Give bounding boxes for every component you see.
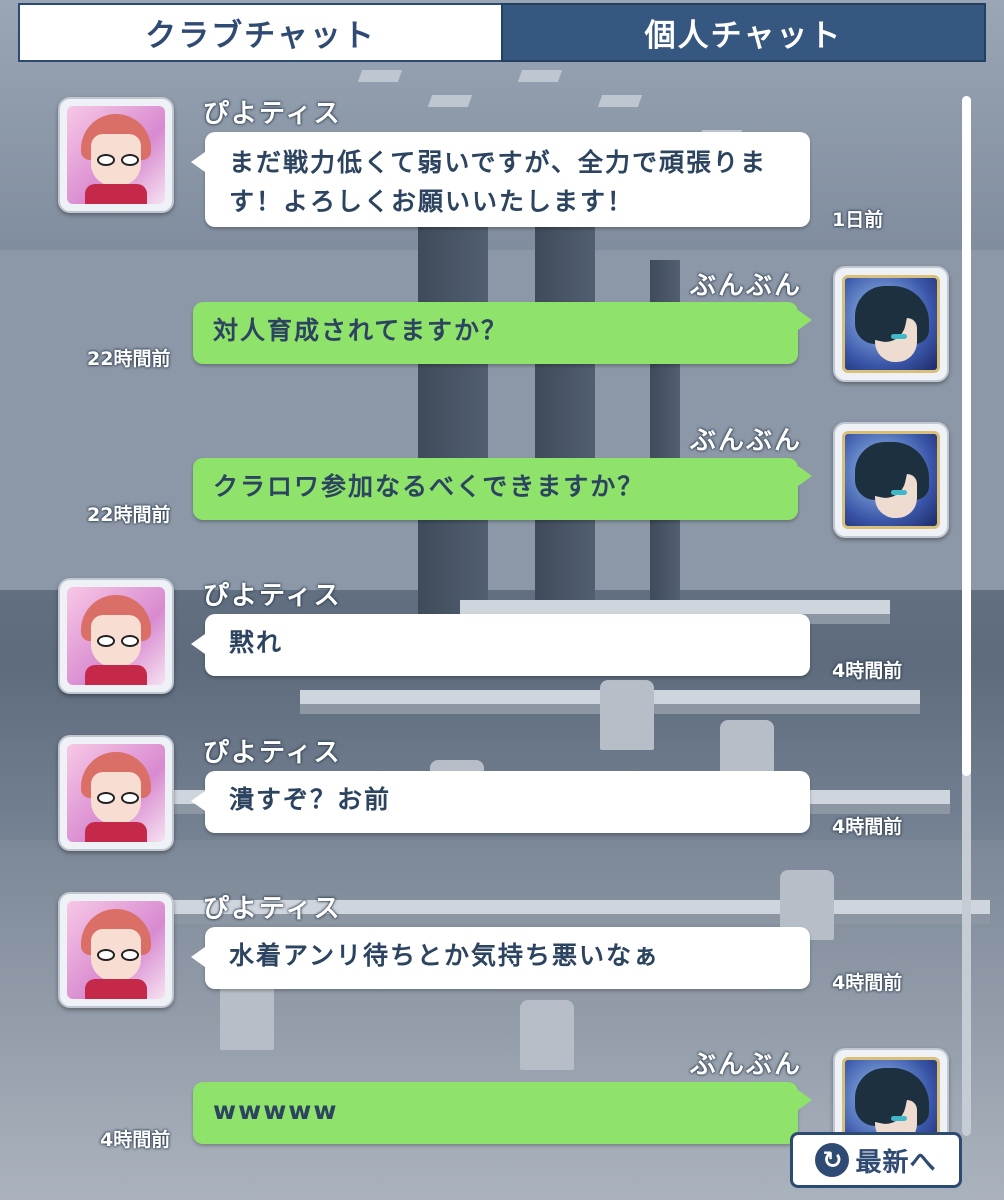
scrollbar-thumb[interactable] [962,96,971,776]
message-bubble: wwwww [193,1082,812,1144]
avatar-piyotis[interactable] [58,735,174,851]
sender-name: ぴよティス [203,894,342,924]
message-bubble: 水着アンリ待ちとか気持ち悪いなぁ [191,927,810,989]
avatar-piyotis[interactable] [58,892,174,1008]
message-time: 22時間前 [87,348,171,370]
message-bubble: 黙れ [191,614,810,676]
refresh-icon: ↻ [815,1143,850,1177]
jump-to-latest-button[interactable]: ↻ 最新へ [790,1132,962,1188]
tab-personal-chat[interactable]: 個人チャット [501,3,986,62]
avatar-piyotis[interactable] [58,97,174,213]
message-time: 4時間前 [832,816,903,838]
message-time: 4時間前 [832,660,903,682]
message-time: 22時間前 [87,504,171,526]
chat-tabs: クラブチャット 個人チャット [18,3,986,62]
tab-club-chat[interactable]: クラブチャット [18,3,501,62]
sender-name: ぴよティス [203,738,342,768]
message-bubble: 対人育成されてますか？ [193,302,812,364]
message-bubble: まだ戦力低くて弱いですが、全力で頑張ります！よろしくお願いいたします！ [191,132,810,227]
avatar-bunbun[interactable] [833,422,949,538]
message-bubble: 潰すぞ？お前 [191,771,810,833]
avatar-bunbun[interactable] [833,266,949,382]
sender-name: ぴよティス [203,99,342,129]
sender-name: ぴよティス [203,581,342,611]
message-time: 4時間前 [100,1129,171,1151]
message-bubble: クラロワ参加なるべくできますか？ [193,458,812,520]
message-time: 4時間前 [832,972,903,994]
sender-name: ぶんぶん [690,1050,803,1080]
message-time: 1日前 [832,209,884,231]
sender-name: ぶんぶん [690,271,803,301]
jump-to-latest-label: 最新へ [855,1147,937,1178]
avatar-piyotis[interactable] [58,578,174,694]
sender-name: ぶんぶん [690,426,803,456]
